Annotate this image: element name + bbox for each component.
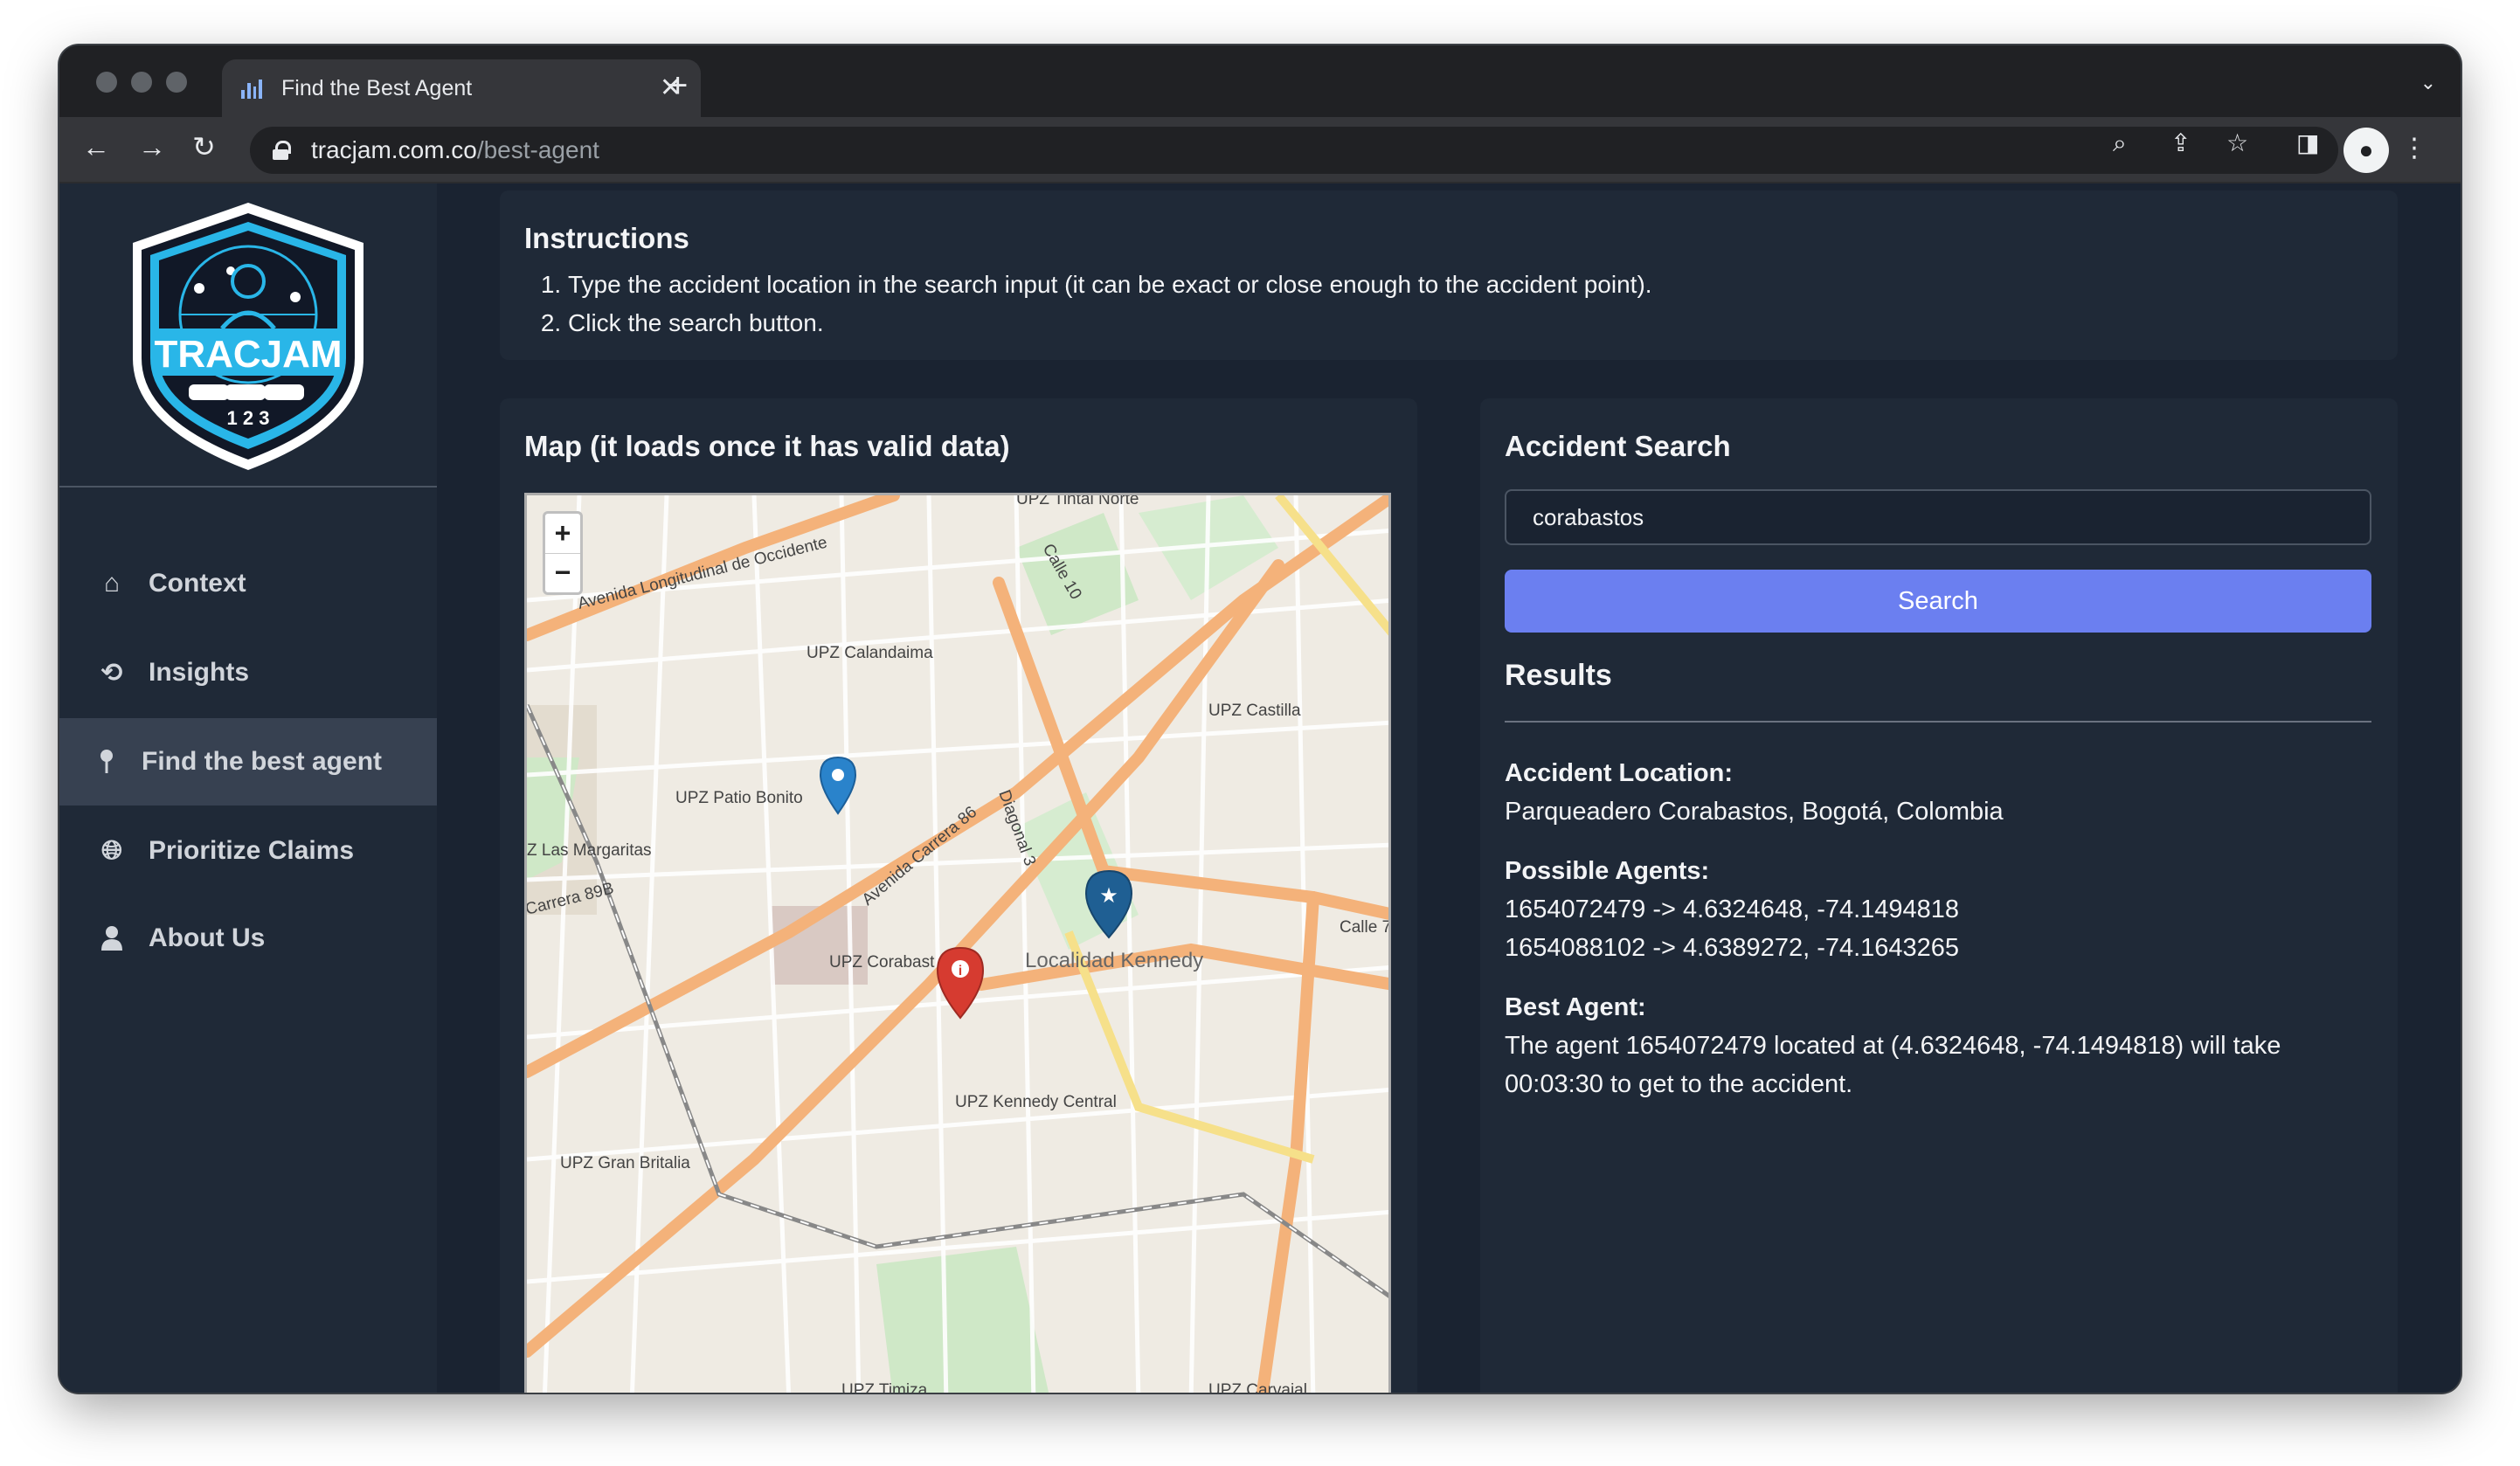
new-tab-icon[interactable]: +	[668, 68, 688, 103]
user-icon: ●	[2358, 136, 2374, 163]
accident-location-value: Parqueadero Corabastos, Bogotá, Colombia	[1505, 798, 2004, 826]
svg-text:i: i	[959, 964, 962, 978]
url-host: tracjam.com.co	[311, 136, 477, 163]
maximize-window-dot[interactable]	[166, 72, 187, 93]
svg-text:UPZ Gran Britalia: UPZ Gran Britalia	[560, 1154, 690, 1172]
home-icon: ⌂	[103, 569, 121, 598]
map-zoom-control: + −	[543, 511, 583, 595]
svg-text:UPZ Kennedy Central: UPZ Kennedy Central	[955, 1093, 1117, 1111]
tab-bar: Find the Best Agent ✕ + ⌄	[59, 45, 2461, 117]
map-tiles[interactable]: UPZ Tintal Norte Avenida Longitudinal de…	[527, 495, 1391, 1393]
svg-text:UPZ Corabast: UPZ Corabast	[829, 953, 935, 972]
history-icon: ⟲	[100, 658, 123, 688]
svg-text:UPZ Timiza: UPZ Timiza	[841, 1381, 928, 1393]
sidebar-item-label: Prioritize Claims	[149, 836, 355, 865]
agent-row: 1654072479 -> 4.6324648, -74.1494818	[1505, 896, 1960, 923]
map-view[interactable]: UPZ Tintal Norte Avenida Longitudinal de…	[524, 493, 1391, 1393]
best-agent-value: The agent 1654072479 located at (4.63246…	[1505, 1032, 2281, 1098]
url-path: /best-agent	[476, 136, 599, 163]
map-card: Map (it loads once it has valid data) UP…	[500, 398, 1417, 1393]
user-icon	[94, 925, 129, 951]
accident-location-block: Accident Location: Parqueadero Corabasto…	[1505, 754, 2373, 831]
sidebar-item-label: Insights	[149, 658, 250, 687]
zoom-in-button[interactable]: +	[545, 514, 580, 553]
sidebar-item-label: Find the best agent	[142, 747, 383, 776]
svg-text:UPZ Castilla: UPZ Castilla	[1208, 702, 1301, 720]
svg-text:Z Las Margaritas: Z Las Margaritas	[527, 841, 652, 860]
accident-location-label: Accident Location:	[1505, 759, 1734, 787]
app-content: TRACJAM 1 2 3 ⌂ Context ⟲ Insights Find …	[59, 183, 2461, 1393]
browser-window: Find the Best Agent ✕ + ⌄ ← → ↻ tracjam.…	[59, 45, 2461, 1393]
menu-kebab-icon[interactable]: ⋮	[2401, 133, 2427, 163]
svg-text:★: ★	[1099, 884, 1118, 908]
svg-text:1 2 3: 1 2 3	[227, 407, 270, 429]
sidebar-item-label: About Us	[149, 923, 266, 952]
sidebar-item-insights[interactable]: ⟲ Insights	[59, 629, 437, 716]
map-title: Map (it loads once it has valid data)	[524, 430, 1010, 462]
forward-icon[interactable]: →	[138, 133, 166, 161]
best-agent-block: Best Agent: The agent 1654072479 located…	[1505, 988, 2373, 1103]
sidebar-item-about-us[interactable]: About Us	[59, 895, 437, 982]
search-button[interactable]: Search	[1505, 570, 2371, 633]
side-panel-icon[interactable]: ◨	[2296, 131, 2319, 156]
instructions-list: Type the accident location in the search…	[524, 266, 2373, 342]
agent-row: 1654088102 -> 4.6389272, -74.1643265	[1505, 934, 1960, 962]
possible-agents-block: Possible Agents: 1654072479 -> 4.6324648…	[1505, 852, 2373, 967]
instruction-step: Type the accident location in the search…	[568, 266, 2373, 304]
browser-toolbar: ← → ↻ tracjam.com.co/best-agent ⌕ ⇪ ☆ ◨ …	[59, 117, 2461, 183]
instructions-card: Instructions Type the accident location …	[500, 190, 2398, 360]
tracjam-logo[interactable]: TRACJAM 1 2 3	[59, 183, 437, 486]
svg-text:TRACJAM: TRACJAM	[154, 333, 342, 376]
globe-icon: 🌐︎	[101, 836, 122, 865]
share-icon[interactable]: ⇪	[2170, 131, 2191, 156]
bookmark-star-icon[interactable]: ☆	[2226, 131, 2248, 156]
pin-icon	[94, 749, 119, 775]
lock-icon	[273, 141, 291, 160]
possible-agents-label: Possible Agents:	[1505, 857, 1710, 885]
sidebar: TRACJAM 1 2 3 ⌂ Context ⟲ Insights Find …	[59, 183, 437, 1393]
best-agent-label: Best Agent:	[1505, 993, 1646, 1021]
instructions-title: Instructions	[524, 222, 689, 254]
address-bar[interactable]: tracjam.com.co/best-agent	[250, 127, 2338, 174]
svg-text:UPZ Calandaima: UPZ Calandaima	[807, 644, 933, 662]
svg-text:UPZ Carvajal: UPZ Carvajal	[1208, 1381, 1307, 1393]
reload-icon[interactable]: ↻	[192, 133, 216, 161]
accident-search-card: Accident Search corabastos Search Result…	[1480, 398, 2398, 1393]
zoom-out-button[interactable]: −	[545, 552, 580, 593]
close-window-dot[interactable]	[96, 72, 117, 93]
search-title: Accident Search	[1505, 430, 1731, 462]
svg-text:Calle 7A: Calle 7A	[1340, 918, 1391, 937]
browser-tab[interactable]: Find the Best Agent ✕	[222, 59, 701, 117]
bar-chart-icon	[241, 78, 262, 99]
svg-text:UPZ Tintal Norte: UPZ Tintal Norte	[1016, 495, 1139, 508]
sidebar-item-context[interactable]: ⌂ Context	[59, 540, 437, 627]
instruction-step: Click the search button.	[568, 304, 2373, 342]
results-title: Results	[1505, 659, 1612, 692]
sidebar-item-label: Context	[149, 569, 246, 598]
results-divider	[1505, 721, 2371, 723]
tab-title: Find the Best Agent	[281, 75, 473, 100]
logo-container: TRACJAM 1 2 3	[59, 183, 437, 488]
svg-text:Localidad Kennedy: Localidad Kennedy	[1025, 949, 1203, 972]
sidebar-item-prioritize-claims[interactable]: 🌐︎ Prioritize Claims	[59, 807, 437, 895]
search-input[interactable]: corabastos	[1505, 489, 2371, 545]
chevron-down-icon[interactable]: ⌄	[2420, 72, 2436, 94]
zoom-icon[interactable]: ⌕	[2113, 131, 2127, 156]
svg-text:UPZ Patio Bonito: UPZ Patio Bonito	[675, 789, 803, 807]
back-icon[interactable]: ←	[82, 133, 110, 161]
profile-avatar[interactable]: ●	[2343, 128, 2389, 173]
minimize-window-dot[interactable]	[131, 72, 152, 93]
sidebar-item-find-best-agent[interactable]: Find the best agent	[59, 718, 437, 806]
